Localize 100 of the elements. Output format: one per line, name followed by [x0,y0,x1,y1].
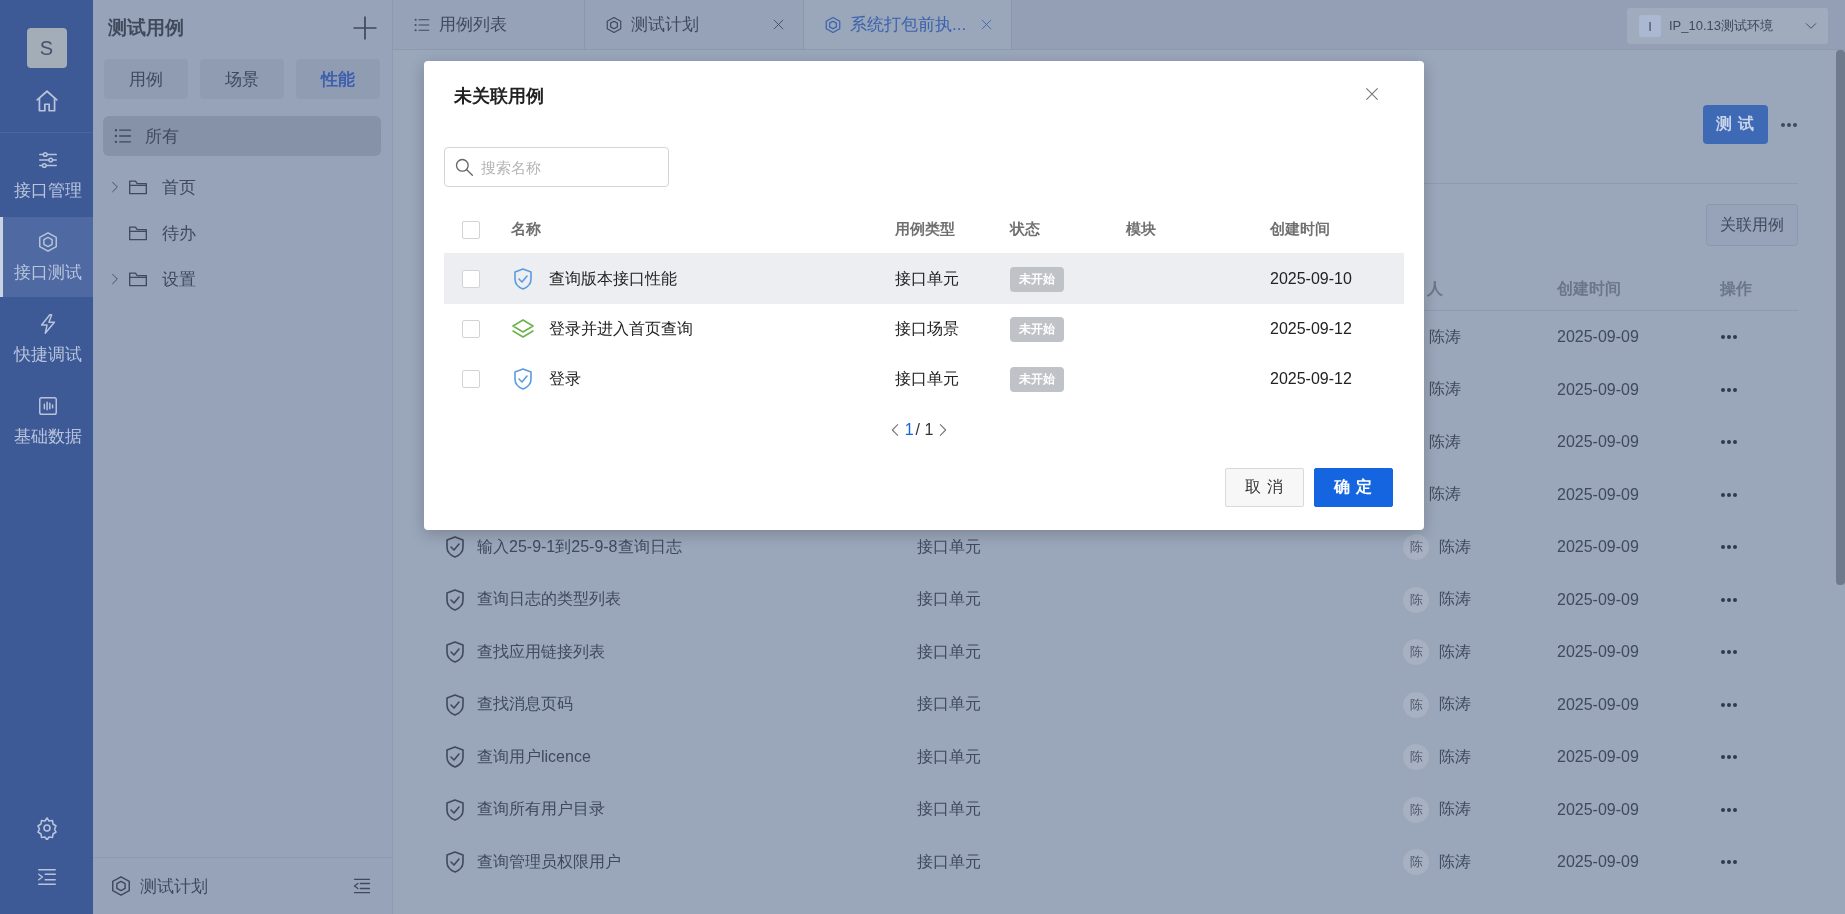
case-name[interactable]: 查询管理员权限用户 [477,851,621,873]
table-cell: 2025-09-09 [1557,695,1639,714]
shield-check-icon [443,850,467,875]
case-name[interactable]: 查找应用链接列表 [477,641,605,663]
case-name[interactable]: 输入25-9-1到25-9-8查询日志 [477,536,682,558]
shield-check-icon [511,367,535,391]
shield-check-icon [443,797,467,822]
table-cell-text: 陈涛 [1439,799,1471,820]
environment-select[interactable]: I IP_10.13测试环境 [1627,8,1828,44]
cube-icon [110,875,132,897]
table-cell: 2025-09-09 [1557,590,1639,609]
table-cell-text: 接口单元 [895,268,959,289]
dialog-title: 未关联用例 [454,85,544,108]
scrollbar[interactable] [1836,50,1845,585]
environment-badge: I [1639,15,1661,37]
table-cell-text: 接口场景 [895,318,959,339]
add-icon[interactable] [352,15,378,41]
case-name[interactable]: 查询日志的类型列表 [477,589,621,611]
nav-item[interactable]: 接口管理 [0,135,93,215]
footer-link[interactable]: 测试计划 [140,874,344,898]
table-cell-text: 接口单元 [917,851,981,872]
table-cell-text: 接口单元 [917,589,981,610]
more-icon[interactable] [1720,439,1738,446]
tree-item[interactable]: 首页 [162,175,196,199]
column-header: 模块 [1126,220,1156,239]
close-icon[interactable] [772,18,785,31]
case-name: 登录 [549,368,581,389]
list-icon [113,126,133,146]
checkbox[interactable] [462,370,480,388]
table-cell-text: 接口单元 [917,694,981,715]
table-cell-text: 接口单元 [895,368,959,389]
table-cell-text: 陈涛 [1439,694,1471,715]
layers-icon [511,317,535,341]
table-cell-text: 接口单元 [917,746,981,767]
table-cell-text: 接口单元 [917,536,981,557]
nav-item[interactable]: 基础数据 [0,381,93,461]
collapse-icon[interactable] [352,876,372,896]
user-avatar: 陈 [1403,744,1429,771]
settings-icon[interactable] [34,816,59,840]
segment-tab[interactable]: 场景 [200,59,284,99]
table-cell-text: 接口单元 [917,799,981,820]
table-cell: 2025-09-09 [1557,748,1639,767]
case-name[interactable]: 查询所有用户目录 [477,799,605,821]
user-avatar: 陈 [1403,691,1429,718]
table-cell-text: 陈涛 [1439,641,1471,662]
nav-item[interactable]: 接口测试 [0,217,93,297]
table-row[interactable]: 登录并进入首页查询 接口场景 未开始 2025-09-12 [444,304,1404,354]
nav-item[interactable]: 快捷调试 [0,299,93,379]
page-total: / 1 [915,421,934,439]
more-icon[interactable] [1720,649,1738,656]
cube-icon [824,15,842,34]
more-icon[interactable] [1720,806,1738,813]
checkbox[interactable] [462,220,480,239]
link-cases-button[interactable]: 关联用例 [1706,204,1798,246]
tree-item[interactable]: 设置 [162,267,196,291]
table-cell: 2025-09-09 [1557,800,1639,819]
table-cell: 2025-09-09 [1557,853,1639,872]
user-avatar: 陈 [1403,586,1429,613]
user-avatar[interactable]: S [26,28,67,68]
expand-menu-icon[interactable] [35,866,58,888]
table-cell-text: 陈涛 [1429,326,1461,347]
cancel-button[interactable]: 取 消 [1225,468,1304,507]
close-icon[interactable] [1364,86,1380,102]
shield-check-icon [511,267,535,291]
more-icon[interactable] [1720,596,1738,603]
segment-tab[interactable]: 性能 [296,59,380,99]
search-field[interactable]: 搜索名称 [444,147,669,187]
more-icon[interactable] [1720,754,1738,761]
close-icon[interactable] [980,18,993,31]
user-avatar: 陈 [1403,534,1429,561]
confirm-button[interactable]: 确 定 [1314,468,1393,507]
case-name[interactable]: 查询用户licence [477,746,591,768]
case-name[interactable]: 查找消息页码 [477,694,573,716]
segment-tab[interactable]: 用例 [104,59,188,99]
current-page[interactable]: 1 [904,421,914,439]
test-button[interactable]: 测 试 [1703,105,1768,144]
table-cell-text: 陈涛 [1439,589,1471,610]
table-cell: 2025-09-09 [1557,485,1639,504]
table-row[interactable]: 登录 接口单元 未开始 2025-09-12 [444,354,1404,404]
more-icon[interactable] [1720,334,1738,341]
cube-icon [37,230,59,253]
search-icon [454,157,474,177]
status-badge: 未开始 [1010,316,1064,342]
more-icon[interactable] [1720,701,1738,708]
checkbox[interactable] [462,270,480,288]
tree-item[interactable]: 待办 [162,221,196,245]
tab[interactable]: 系统打包前执... [804,0,1012,49]
more-icon[interactable] [1720,491,1738,498]
more-icon[interactable] [1720,386,1738,393]
table-cell-text: 陈涛 [1429,431,1461,452]
table-row[interactable]: 查询版本接口性能 接口单元 未开始 2025-09-10 [444,254,1404,304]
more-icon[interactable] [1720,859,1738,866]
cube-icon [605,15,623,34]
checkbox[interactable] [462,320,480,338]
tree-item[interactable]: 所有 [103,116,381,156]
more-icon[interactable] [1720,544,1738,551]
table-cell: 2025-09-12 [1270,370,1352,388]
column-header: 名称 [511,220,541,239]
user-avatar: 陈 [1403,796,1429,823]
more-icon[interactable] [1780,121,1798,128]
